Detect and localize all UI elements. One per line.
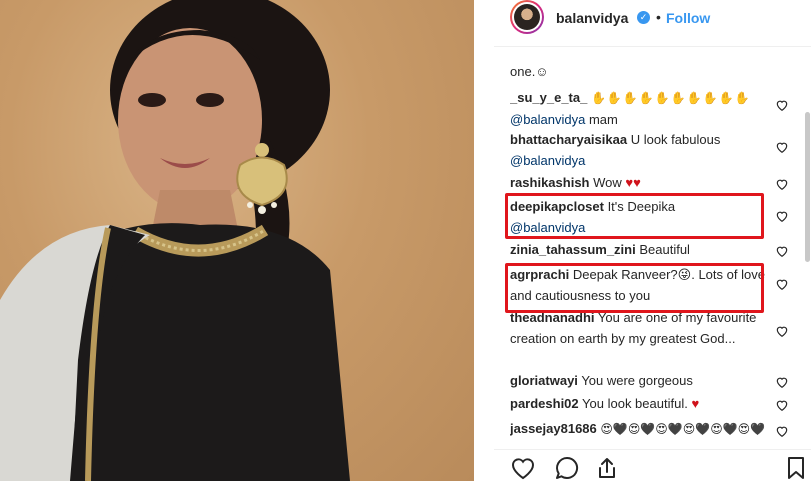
comment-text: U look fabulous xyxy=(630,132,721,147)
actions-divider xyxy=(494,449,811,450)
post-photo xyxy=(0,0,474,481)
comment-text: You look beautiful. xyxy=(582,396,688,411)
red-heart-icon: ♥♥ xyxy=(625,175,641,190)
comment-text: one.☺ xyxy=(510,64,549,79)
comment-item: pardeshi02 You look beautiful. ♥ xyxy=(510,393,768,414)
comment-text: You were gorgeous xyxy=(581,373,693,388)
like-comment-heart-icon[interactable] xyxy=(775,177,789,191)
separator-dot: • xyxy=(656,9,661,25)
like-comment-heart-icon[interactable] xyxy=(775,424,789,438)
like-comment-heart-icon[interactable] xyxy=(775,324,789,338)
comment-clipped-tail: one.☺ xyxy=(510,61,768,82)
comment-item: bhattacharyaisikaa U look fabulous @bala… xyxy=(510,129,768,171)
comment-item: deepikapcloset It's Deepika @balanvidya xyxy=(510,196,768,238)
comment-username[interactable]: agrprachi xyxy=(510,267,569,282)
comment-username[interactable]: zinia_tahassum_zini xyxy=(510,242,636,257)
comment-username[interactable]: jassejay81686 xyxy=(510,421,597,436)
comment-item: jassejay81686 😍🖤😍🖤😍🖤😍🖤😍🖤😍🖤 xyxy=(510,418,768,440)
comment-text: 😍🖤😍🖤😍🖤😍🖤😍🖤😍🖤 xyxy=(600,422,766,436)
comment-text: Wow xyxy=(593,175,622,190)
follow-button[interactable]: Follow xyxy=(666,10,710,26)
scrollbar-thumb[interactable] xyxy=(805,112,810,262)
comment-username[interactable]: pardeshi02 xyxy=(510,396,579,411)
comment-item: zinia_tahassum_zini Beautiful xyxy=(510,239,768,260)
comment-item: gloriatwayi You were gorgeous xyxy=(510,370,768,391)
comments-scrollbar[interactable] xyxy=(805,52,811,444)
comment-mention[interactable]: @balanvidya xyxy=(510,220,585,235)
comment-item: rashikashish Wow ♥♥ xyxy=(510,172,768,193)
comment-text: It's Deepika xyxy=(607,199,676,214)
comment-text: Beautiful xyxy=(639,242,690,257)
comment-username[interactable]: rashikashish xyxy=(510,175,590,190)
like-comment-heart-icon[interactable] xyxy=(775,244,789,258)
post-username[interactable]: balanvidya xyxy=(556,10,628,26)
comment-username[interactable]: deepikapcloset xyxy=(510,199,604,214)
post-actions-bar xyxy=(510,456,810,481)
like-comment-heart-icon[interactable] xyxy=(775,375,789,389)
post-sidebar: balanvidya ✓ • Follow one.☺ _su_y_e_ta_ … xyxy=(474,0,811,481)
verified-badge-icon: ✓ xyxy=(637,11,650,24)
like-comment-heart-icon[interactable] xyxy=(775,209,789,223)
comments-list[interactable]: one.☺ _su_y_e_ta_ ✋✋✋✋✋✋✋✋✋✋ @balanvidya… xyxy=(510,47,810,449)
portrait-illustration xyxy=(0,0,350,481)
share-upload-icon[interactable] xyxy=(596,456,618,481)
comment-mention[interactable]: @balanvidya xyxy=(510,153,585,168)
like-comment-heart-icon[interactable] xyxy=(775,277,789,291)
comment-item: agrprachi Deepak Ranveer?😜. Lots of love… xyxy=(510,264,768,306)
like-comment-heart-icon[interactable] xyxy=(775,140,789,154)
comment-username[interactable]: _su_y_e_ta_ xyxy=(510,90,587,105)
avatar[interactable] xyxy=(510,0,544,34)
red-heart-icon: ♥ xyxy=(691,396,700,411)
comment-item: theadnanadhi You are one of my favourite… xyxy=(510,307,768,349)
like-heart-icon[interactable] xyxy=(510,456,536,481)
like-comment-heart-icon[interactable] xyxy=(775,398,789,412)
comment-username[interactable]: gloriatwayi xyxy=(510,373,578,388)
bookmark-icon[interactable] xyxy=(786,456,806,481)
like-comment-heart-icon[interactable] xyxy=(775,98,789,112)
comment-bubble-icon[interactable] xyxy=(554,456,580,481)
comment-item: _su_y_e_ta_ ✋✋✋✋✋✋✋✋✋✋ @balanvidya mam xyxy=(510,87,768,130)
comment-text: ✋✋✋✋✋✋✋✋✋✋ xyxy=(590,91,751,105)
comment-username[interactable]: theadnanadhi xyxy=(510,310,595,325)
post-header: balanvidya ✓ • Follow xyxy=(474,0,811,40)
comment-username[interactable]: bhattacharyaisikaa xyxy=(510,132,627,147)
comment-text: mam xyxy=(585,112,618,127)
comment-mention[interactable]: @balanvidya xyxy=(510,112,585,127)
